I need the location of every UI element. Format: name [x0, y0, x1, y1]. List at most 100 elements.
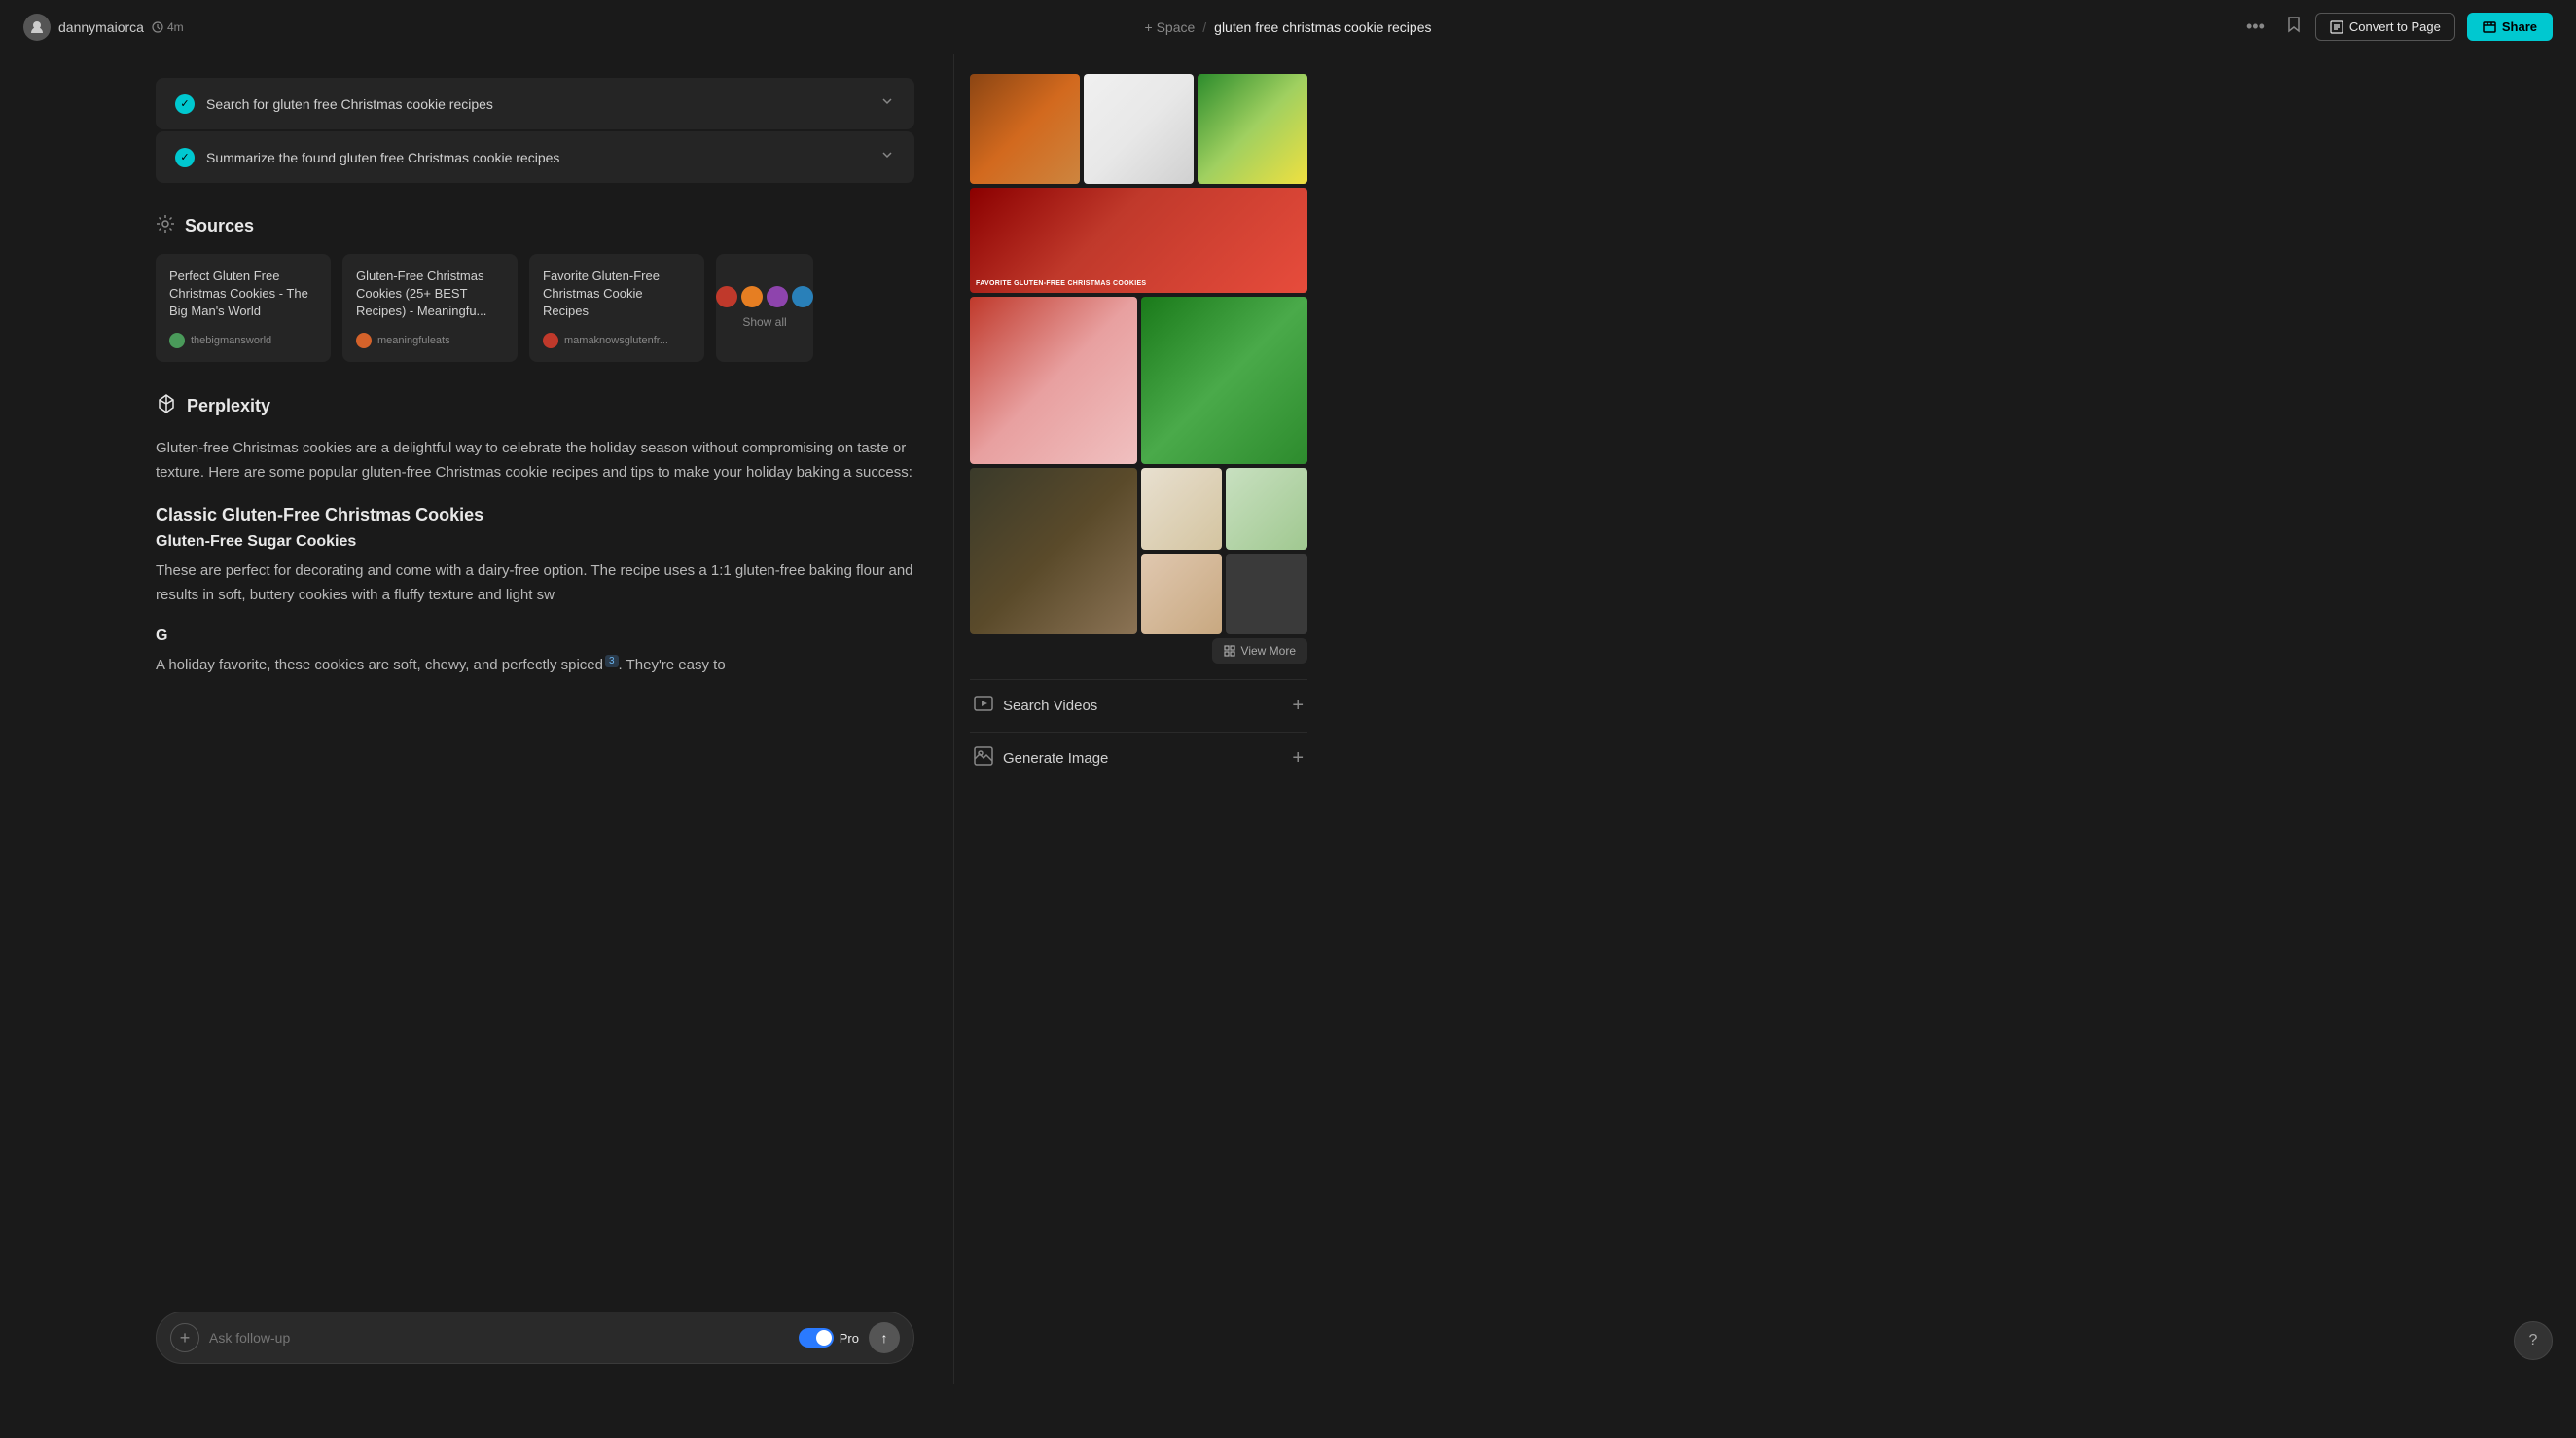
sources-title: Sources: [185, 216, 254, 236]
followup-send-button[interactable]: ↑: [869, 1322, 900, 1353]
image-row-1: [970, 74, 1307, 184]
more-menu-button[interactable]: •••: [2238, 13, 2272, 41]
avatar: [23, 14, 51, 41]
timestamp-value: 4m: [167, 20, 184, 34]
breadcrumb-separator: /: [1202, 19, 1206, 35]
cookie-image-2[interactable]: [1084, 74, 1194, 184]
source-footer-2: meaningfuleats: [356, 333, 504, 348]
source-card-3[interactable]: Favorite Gluten-Free Christmas Cookie Re…: [529, 254, 704, 362]
source-title-1: Perfect Gluten Free Christmas Cookies - …: [169, 268, 317, 321]
show-all-card[interactable]: Show all: [716, 254, 813, 362]
ginger-text-content: A holiday favorite, these cookies are so…: [156, 657, 603, 673]
convert-label: Convert to Page: [2349, 19, 2441, 34]
cookie-image-6[interactable]: [970, 468, 1137, 635]
help-icon: ?: [2529, 1332, 2538, 1349]
cookie-image-1[interactable]: [970, 74, 1080, 184]
task-expand-icon[interactable]: [879, 93, 895, 114]
add-icon: +: [180, 1328, 191, 1348]
show-all-label: Show all: [742, 315, 786, 329]
sources-grid: Perfect Gluten Free Christmas Cookies - …: [156, 254, 914, 362]
perplexity-section: Perplexity Gluten-free Christmas cookies…: [156, 393, 914, 678]
source-footer-1: thebigmansworld: [169, 333, 317, 348]
task-check-icon: ✓: [175, 94, 195, 114]
source-favicon-2: [356, 333, 372, 348]
avatar-row: [716, 286, 813, 307]
perplexity-intro: Gluten-free Christmas cookies are a deli…: [156, 436, 914, 485]
thumb-2[interactable]: [1226, 468, 1307, 550]
thumb-4[interactable]: [1226, 554, 1307, 635]
image-row-4: [970, 468, 1307, 635]
source-domain-1: thebigmansworld: [191, 335, 271, 346]
header-left: dannymaiorca 4m: [23, 14, 2238, 41]
cookie-image-5[interactable]: [1141, 297, 1308, 464]
followup-input[interactable]: [209, 1330, 789, 1346]
task-left: ✓ Search for gluten free Christmas cooki…: [175, 94, 493, 114]
mini-avatar-1: [716, 286, 737, 307]
pro-toggle-switch[interactable]: [799, 1328, 834, 1348]
pro-toggle[interactable]: Pro: [799, 1328, 859, 1348]
view-more-label: View More: [1241, 644, 1296, 658]
thumb-3[interactable]: [1141, 554, 1223, 635]
pro-label: Pro: [840, 1331, 859, 1346]
image-row-3: [970, 297, 1307, 464]
username-label: dannymaiorca: [58, 19, 144, 35]
perplexity-header: Perplexity: [156, 393, 914, 420]
header: dannymaiorca 4m + Space / gluten free ch…: [0, 0, 2576, 54]
user-info: dannymaiorca 4m: [23, 14, 184, 41]
perplexity-icon: [156, 393, 177, 420]
task-text: Summarize the found gluten free Christma…: [206, 150, 559, 165]
image-banner-row: Favorite Gluten-Free Christmas Cookies: [970, 188, 1307, 293]
cookie-image-3[interactable]: [1198, 74, 1307, 184]
help-button[interactable]: ?: [2514, 1321, 2553, 1360]
classic-heading: Classic Gluten-Free Christmas Cookies: [156, 505, 914, 525]
generate-image-plus-icon[interactable]: +: [1292, 747, 1304, 770]
bookmark-icon[interactable]: [2284, 15, 2304, 39]
search-videos-plus-icon[interactable]: +: [1292, 695, 1304, 717]
view-more-button[interactable]: View More: [1212, 638, 1307, 664]
task-expand-icon[interactable]: [879, 147, 895, 167]
source-favicon-3: [543, 333, 558, 348]
sources-icon: [156, 214, 175, 238]
source-domain-3: mamaknowsglutenfr...: [564, 335, 668, 346]
left-panel: ✓ Search for gluten free Christmas cooki…: [0, 54, 953, 1384]
source-card-1[interactable]: Perfect Gluten Free Christmas Cookies - …: [156, 254, 331, 362]
cookie-image-4[interactable]: [970, 297, 1137, 464]
sugar-cookies-text: These are perfect for decorating and com…: [156, 558, 914, 608]
space-link[interactable]: + Space: [1145, 19, 1196, 35]
mini-avatar-4: [792, 286, 813, 307]
source-avatars: Show all: [716, 286, 813, 329]
source-title-2: Gluten-Free Christmas Cookies (25+ BEST …: [356, 268, 504, 321]
source-title-3: Favorite Gluten-Free Christmas Cookie Re…: [543, 268, 691, 321]
header-right: ••• Convert to Page Share: [2238, 13, 2553, 41]
search-videos-left: Search Videos: [974, 694, 1097, 718]
share-button[interactable]: Share: [2467, 13, 2553, 41]
search-videos-icon: [974, 694, 993, 718]
generate-image-item[interactable]: Generate Image +: [970, 732, 1307, 784]
thumb-1[interactable]: [1141, 468, 1223, 550]
right-panel: Favorite Gluten-Free Christmas Cookies: [953, 54, 1323, 1384]
timestamp: 4m: [152, 20, 184, 34]
mini-avatar-2: [741, 286, 763, 307]
convert-to-page-button[interactable]: Convert to Page: [2315, 13, 2455, 41]
task-item: ✓ Search for gluten free Christmas cooki…: [156, 78, 914, 129]
banner-text: Favorite Gluten-Free Christmas Cookies: [976, 280, 1302, 287]
task-left: ✓ Summarize the found gluten free Christ…: [175, 148, 559, 167]
thumbnail-grid: [1141, 468, 1308, 635]
followup-bar: + Pro ↑: [156, 1312, 914, 1364]
send-icon: ↑: [881, 1330, 888, 1346]
banner-image[interactable]: Favorite Gluten-Free Christmas Cookies: [970, 188, 1307, 293]
task-text: Search for gluten free Christmas cookie …: [206, 96, 493, 112]
source-card-2[interactable]: Gluten-Free Christmas Cookies (25+ BEST …: [342, 254, 518, 362]
search-videos-item[interactable]: Search Videos +: [970, 679, 1307, 732]
mini-avatar-3: [767, 286, 788, 307]
task-list: ✓ Search for gluten free Christmas cooki…: [156, 78, 914, 183]
sugar-cookies-heading: Gluten-Free Sugar Cookies: [156, 533, 914, 551]
generate-image-label: Generate Image: [1003, 750, 1108, 767]
sources-header: Sources: [156, 214, 914, 238]
followup-add-button[interactable]: +: [170, 1323, 199, 1352]
source-favicon-1: [169, 333, 185, 348]
image-gallery: Favorite Gluten-Free Christmas Cookies: [970, 74, 1307, 664]
generate-image-icon: [974, 746, 993, 771]
ginger-heading: G: [156, 628, 914, 645]
ginger-text: A holiday favorite, these cookies are so…: [156, 653, 914, 678]
